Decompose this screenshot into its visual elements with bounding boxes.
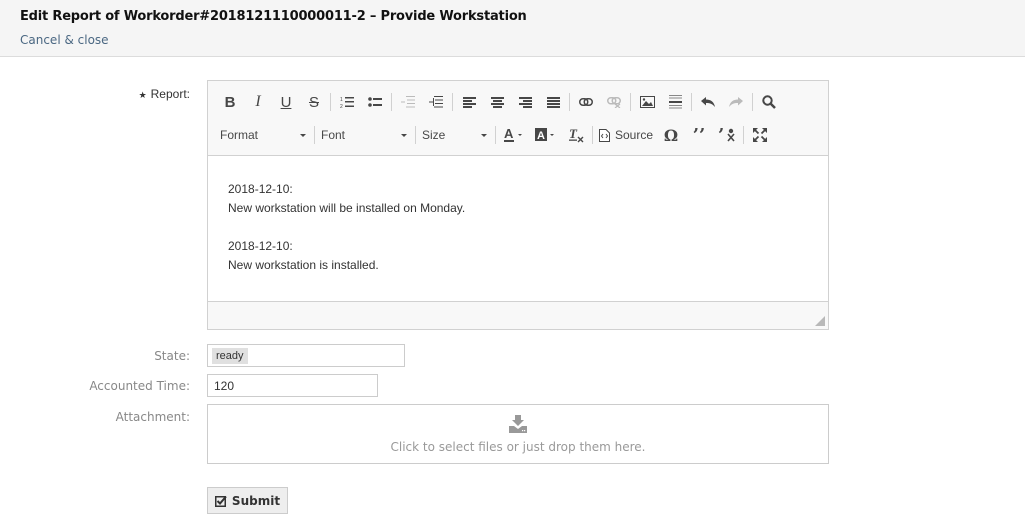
search-icon	[762, 95, 776, 109]
bold-button[interactable]: B	[216, 90, 244, 114]
cancel-close-link[interactable]: Cancel & close	[20, 33, 109, 47]
state-select[interactable]: ready	[207, 344, 405, 367]
download-icon	[509, 415, 527, 433]
increase-indent-button[interactable]	[422, 90, 450, 114]
chevron-down-icon	[300, 133, 306, 137]
special-char-button[interactable]: Ω	[657, 123, 685, 147]
background-color-icon: A	[535, 128, 554, 142]
image-icon	[639, 96, 655, 108]
source-icon	[599, 128, 610, 142]
underline-button[interactable]: U	[272, 90, 300, 114]
link-icon	[579, 98, 593, 106]
rich-text-editor: B I U S 12 Format Font Size A A T Source…	[207, 80, 829, 330]
remove-format-button[interactable]: T	[562, 123, 590, 147]
numbered-list-icon: 12	[340, 97, 354, 108]
redo-icon	[729, 97, 743, 107]
svg-text:T: T	[569, 127, 578, 141]
bulleted-list-icon	[368, 97, 382, 107]
horizontal-line-icon	[668, 95, 682, 109]
blockquote-button[interactable]: ’’	[685, 123, 713, 147]
content-line: New workstation will be installed on Mon…	[228, 201, 466, 215]
image-button[interactable]	[633, 90, 661, 114]
page-title: Edit Report of Workorder#201812111000001…	[20, 9, 527, 24]
format-label: Format	[220, 128, 259, 142]
editor-toolbar: B I U S 12 Format Font Size A A T Source…	[208, 81, 828, 156]
align-right-icon	[518, 96, 532, 108]
decrease-indent-icon	[401, 96, 415, 108]
align-left-icon	[462, 96, 476, 108]
align-center-icon	[490, 96, 504, 108]
decrease-indent-button[interactable]	[394, 90, 422, 114]
numbered-list-button[interactable]: 12	[333, 90, 361, 114]
text-color-icon: A	[504, 127, 522, 142]
undo-button[interactable]	[694, 90, 722, 114]
source-label: Source	[615, 128, 654, 142]
content-line: New workstation is installed.	[228, 258, 379, 272]
unlink-button[interactable]	[600, 90, 628, 114]
horizontal-line-button[interactable]	[661, 90, 689, 114]
source-button[interactable]: Source	[595, 123, 657, 147]
bulleted-list-button[interactable]	[361, 90, 389, 114]
unlink-icon	[607, 96, 621, 108]
format-dropdown[interactable]: Format	[216, 123, 312, 147]
checkbox-icon	[214, 495, 227, 507]
attachment-label: Attachment:	[115, 410, 190, 424]
maximize-icon	[753, 128, 768, 142]
submit-label: Submit	[231, 493, 281, 508]
svg-text:A: A	[537, 130, 545, 142]
editor-content[interactable]: 2018-12-10: New workstation will be inst…	[208, 156, 828, 301]
increase-indent-icon	[429, 96, 443, 108]
italic-button[interactable]: I	[244, 90, 272, 114]
report-label-text: Report:	[150, 87, 190, 101]
content-line: 2018-12-10:	[228, 239, 293, 253]
attachment-hint: Click to select files or just drop them …	[390, 440, 646, 454]
size-label: Size	[422, 128, 446, 142]
maximize-button[interactable]	[746, 123, 774, 147]
link-button[interactable]	[572, 90, 600, 114]
svg-text:1: 1	[340, 97, 343, 103]
redo-button[interactable]	[722, 90, 750, 114]
justify-button[interactable]	[539, 90, 567, 114]
accounted-time-label: Accounted Time:	[89, 379, 190, 393]
remove-blockquote-button[interactable]: ’	[713, 123, 741, 147]
svg-text:A: A	[504, 127, 514, 141]
required-star-icon: ★	[138, 90, 147, 100]
align-center-button[interactable]	[483, 90, 511, 114]
undo-icon	[701, 97, 715, 107]
dialog-header: Edit Report of Workorder#201812111000001…	[0, 0, 1025, 57]
align-left-button[interactable]	[455, 90, 483, 114]
state-label: State:	[154, 349, 190, 363]
align-right-button[interactable]	[511, 90, 539, 114]
remove-format-icon: T	[569, 127, 584, 143]
svg-text:2: 2	[340, 104, 343, 108]
font-dropdown[interactable]: Font	[317, 123, 413, 147]
content-line: 2018-12-10:	[228, 182, 293, 196]
remove-quote-icon: ’	[718, 128, 735, 142]
report-label: ★ Report:	[10, 87, 190, 101]
font-label: Font	[321, 128, 346, 142]
accounted-time-input[interactable]	[207, 374, 378, 397]
attachment-dropzone[interactable]: Click to select files or just drop them …	[207, 404, 829, 464]
find-button[interactable]	[755, 90, 783, 114]
state-selected-tag: ready	[212, 348, 248, 364]
justify-icon	[546, 96, 560, 108]
omega-icon: Ω	[663, 125, 679, 145]
background-color-button[interactable]: A	[530, 123, 562, 147]
svg-text:’: ’	[718, 128, 724, 142]
chevron-down-icon	[481, 133, 487, 137]
quote-icon: ’’	[692, 124, 706, 146]
text-color-button[interactable]: A	[498, 123, 530, 147]
editor-statusbar	[208, 301, 828, 329]
strikethrough-button[interactable]: S	[300, 90, 328, 114]
size-dropdown[interactable]: Size	[418, 123, 493, 147]
submit-button[interactable]: Submit	[207, 487, 288, 514]
chevron-down-icon	[401, 133, 407, 137]
resize-handle-icon[interactable]	[815, 316, 825, 326]
